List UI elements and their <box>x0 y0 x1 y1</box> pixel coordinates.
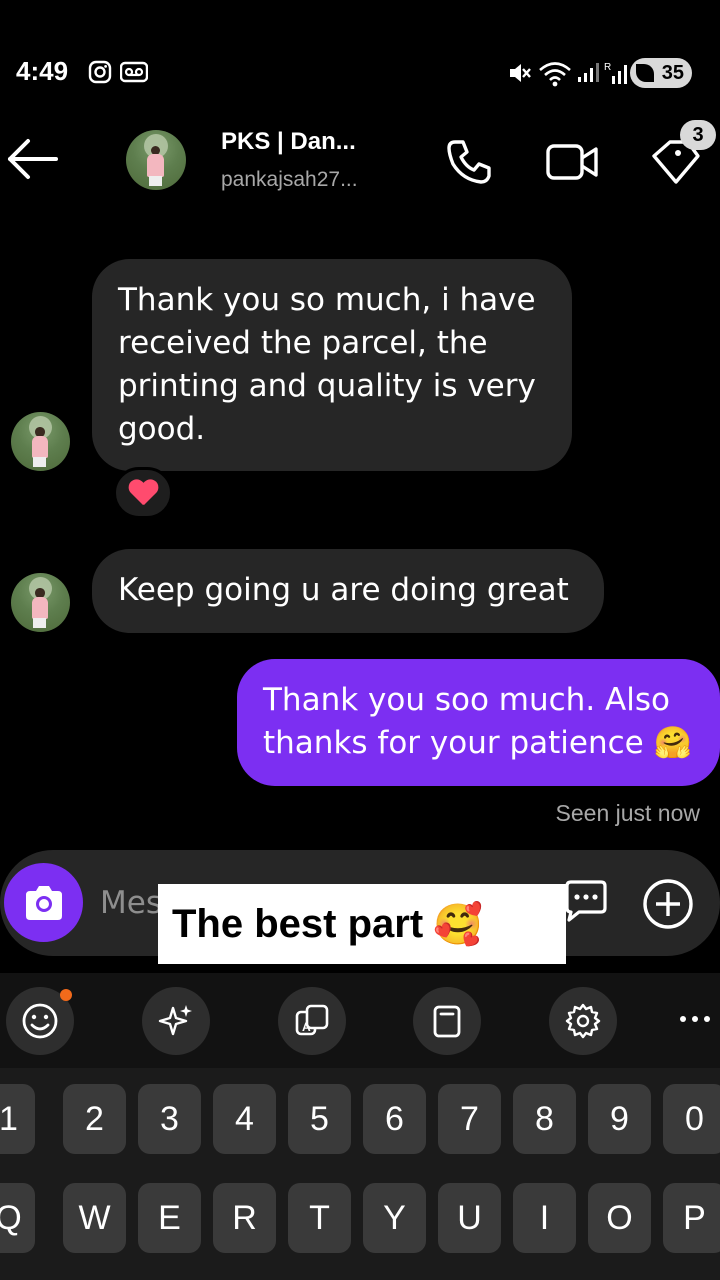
chat-header: PKS | Dan... pankajsah27... <box>0 100 720 220</box>
svg-text:A: A <box>302 1020 311 1034</box>
message-text: Thank you so much, i have received the p… <box>118 282 536 447</box>
message-bubble-outgoing[interactable]: Thank you soo much. Also thanks for your… <box>237 659 720 786</box>
heart-reaction[interactable] <box>113 467 173 519</box>
status-time: 4:49 <box>16 56 69 86</box>
clipboard-icon <box>433 1005 461 1038</box>
key-q[interactable]: Q <box>0 1183 35 1253</box>
key-7[interactable]: 7 <box>438 1084 501 1154</box>
key-4[interactable]: 4 <box>213 1084 276 1154</box>
notification-badge: 3 <box>680 120 716 150</box>
key-0[interactable]: 0 <box>663 1084 720 1154</box>
translate-button[interactable]: A <box>278 987 346 1055</box>
notification-dot <box>60 989 72 1001</box>
battery-saver-icon <box>636 64 654 82</box>
video-caption-overlay: The best part 🥰 <box>158 884 566 964</box>
translate-icon: A <box>295 1004 329 1036</box>
seen-status: Seen just now <box>555 800 700 826</box>
camera-icon <box>25 885 62 920</box>
smiling-hearts-emoji: 🥰 <box>433 902 483 947</box>
message-bubble-incoming[interactable]: Thank you so much, i have received the p… <box>92 259 572 471</box>
wifi-icon <box>539 62 571 87</box>
battery-indicator: 35 <box>630 58 692 88</box>
phone-icon[interactable] <box>441 134 497 190</box>
video-icon[interactable] <box>544 134 600 190</box>
mute-icon <box>510 64 531 82</box>
voicemail-icon <box>120 61 148 83</box>
key-9[interactable]: 9 <box>588 1084 651 1154</box>
key-i[interactable]: I <box>513 1183 576 1253</box>
contact-name[interactable]: PKS | Dan... <box>221 128 356 156</box>
message-bubble-incoming[interactable]: Keep going u are doing great <box>92 549 604 633</box>
key-t[interactable]: T <box>288 1183 351 1253</box>
keyboard-toolbar: A <box>0 973 720 1068</box>
signal-icon <box>578 63 599 82</box>
key-2[interactable]: 2 <box>63 1084 126 1154</box>
key-3[interactable]: 3 <box>138 1084 201 1154</box>
contact-username[interactable]: pankajsah27... <box>221 168 358 192</box>
key-e[interactable]: E <box>138 1183 201 1253</box>
instagram-icon <box>88 60 112 84</box>
key-w[interactable]: W <box>63 1183 126 1253</box>
svg-text:R: R <box>604 62 611 73</box>
back-arrow-icon[interactable] <box>6 136 60 182</box>
signal-roaming-icon: R <box>604 62 627 84</box>
key-p[interactable]: P <box>663 1183 720 1253</box>
key-u[interactable]: U <box>438 1183 501 1253</box>
message-text: Thank you soo much. Also thanks for your… <box>263 682 693 761</box>
more-icon[interactable] <box>678 1013 712 1025</box>
sender-avatar[interactable] <box>11 412 70 471</box>
key-y[interactable]: Y <box>363 1183 426 1253</box>
battery-level: 35 <box>661 61 684 84</box>
contact-avatar[interactable] <box>126 130 186 190</box>
heart-icon <box>128 480 158 507</box>
sparkle-icon <box>158 1005 192 1036</box>
keyboard-settings-button[interactable] <box>549 987 617 1055</box>
ai-sparkle-button[interactable] <box>142 987 210 1055</box>
key-5[interactable]: 5 <box>288 1084 351 1154</box>
settings-icon <box>565 1003 601 1039</box>
message-text: Keep going u are doing great <box>118 572 569 608</box>
plus-icon[interactable] <box>642 878 694 930</box>
keyboard: A 1 2 3 4 5 6 7 8 9 0 Q W E R T Y U I O … <box>0 973 720 1280</box>
key-8[interactable]: 8 <box>513 1084 576 1154</box>
status-bar: 4:49 R 35 <box>0 0 720 100</box>
key-6[interactable]: 6 <box>363 1084 426 1154</box>
emoji-icon <box>22 1003 58 1039</box>
sticker-chat-icon[interactable] <box>561 878 609 926</box>
clipboard-button[interactable] <box>413 987 481 1055</box>
key-1[interactable]: 1 <box>0 1084 35 1154</box>
sender-avatar[interactable] <box>11 573 70 632</box>
caption-text: The best part <box>172 901 424 946</box>
camera-button[interactable] <box>4 863 83 942</box>
key-r[interactable]: R <box>213 1183 276 1253</box>
key-o[interactable]: O <box>588 1183 651 1253</box>
